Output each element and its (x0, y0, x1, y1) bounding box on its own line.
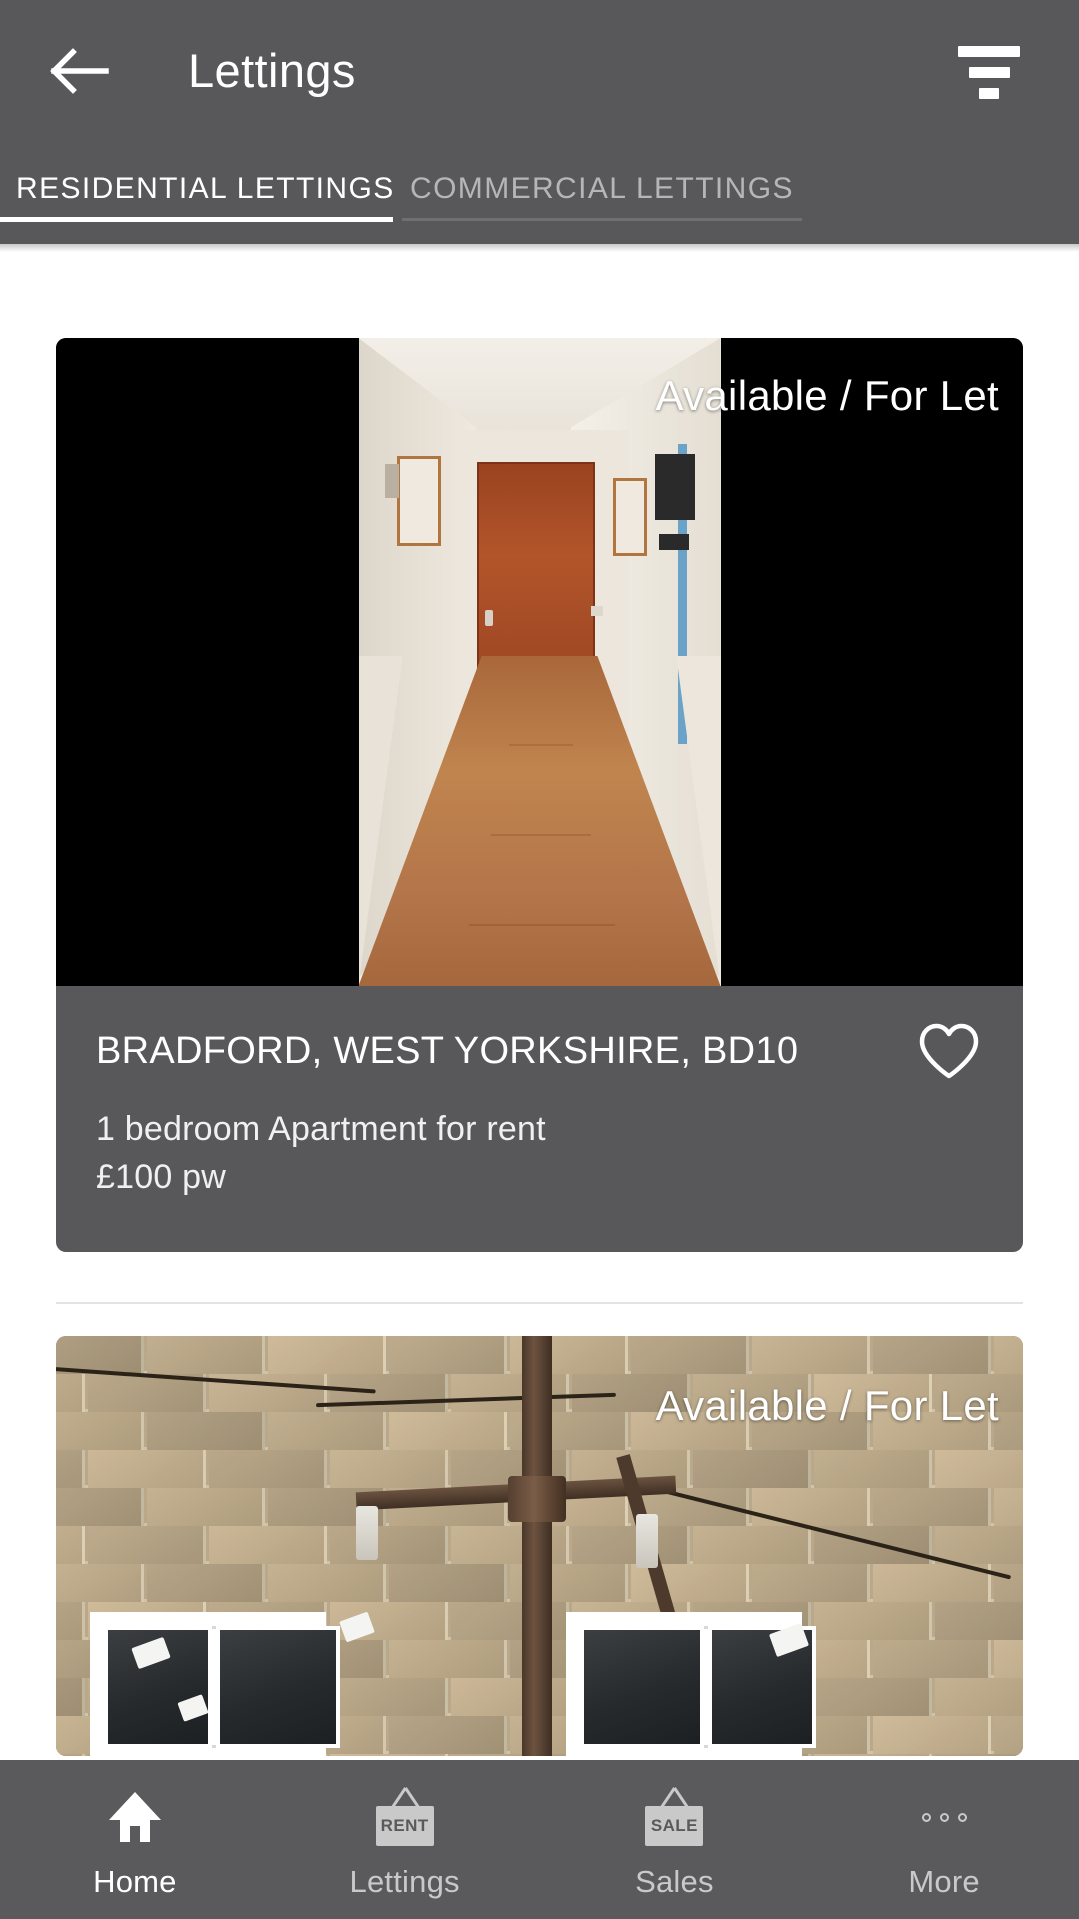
tab-indicator-inactive (402, 218, 802, 221)
page-title: Lettings (188, 44, 356, 97)
listing-info: BRADFORD, WEST YORKSHIRE, BD10 1 bedroom… (56, 986, 1023, 1241)
nav-item-sales[interactable]: SALE Sales (540, 1760, 810, 1919)
listing-status: Available / For Let (655, 372, 999, 419)
back-button[interactable] (46, 38, 116, 104)
tab-residential-label: RESIDENTIAL LETTINGS (16, 172, 395, 205)
house-icon (106, 1786, 164, 1848)
app-bar: Lettings (0, 0, 1079, 146)
nav-label-more: More (908, 1864, 980, 1899)
listing-card[interactable]: Available / For Let BRADFORD, WEST YORKS… (56, 338, 1023, 1252)
tab-commercial-lettings[interactable]: COMMERCIAL LETTINGS (410, 146, 794, 244)
filter-icon[interactable] (953, 46, 1025, 99)
listing-price: £100 pw (96, 1158, 226, 1196)
listings-scroll-area[interactable]: Available / For Let BRADFORD, WEST YORKS… (0, 244, 1079, 1760)
tab-residential-lettings[interactable]: RESIDENTIAL LETTINGS (16, 146, 395, 244)
heart-outline-icon[interactable] (917, 1022, 981, 1082)
interior-hallway-photo: Available / For Let (56, 338, 1023, 986)
app-screen: Lettings RESIDENTIAL LETTINGS COMMERCIAL… (0, 0, 1079, 1919)
sale-sign-label: SALE (645, 1806, 704, 1846)
bottom-navigation: Home RENT Lettings SALE Sales More (0, 1760, 1079, 1919)
rent-sign-icon: RENT (374, 1786, 436, 1848)
more-dots-icon (921, 1786, 967, 1848)
tab-commercial-label: COMMERCIAL LETTINGS (410, 172, 794, 205)
listing-card[interactable]: Available / For Let (56, 1336, 1023, 1756)
nav-label-sales: Sales (635, 1864, 714, 1899)
rent-sign-label: RENT (375, 1806, 434, 1846)
exterior-brick-wall-photo: Available / For Let (56, 1336, 1023, 1756)
listing-title: BRADFORD, WEST YORKSHIRE, BD10 (96, 1030, 799, 1072)
nav-label-home: Home (93, 1864, 177, 1899)
nav-item-lettings[interactable]: RENT Lettings (270, 1760, 540, 1919)
tab-bar: RESIDENTIAL LETTINGS COMMERCIAL LETTINGS (0, 146, 1079, 244)
listing-status: Available / For Let (655, 1382, 999, 1429)
listing-subtitle: 1 bedroom Apartment for rent (96, 1110, 546, 1148)
nav-item-more[interactable]: More (809, 1760, 1079, 1919)
list-divider (56, 1302, 1023, 1304)
nav-item-home[interactable]: Home (0, 1760, 270, 1919)
sale-sign-icon: SALE (643, 1786, 705, 1848)
nav-label-lettings: Lettings (349, 1864, 460, 1899)
tab-indicator-active (0, 217, 393, 222)
